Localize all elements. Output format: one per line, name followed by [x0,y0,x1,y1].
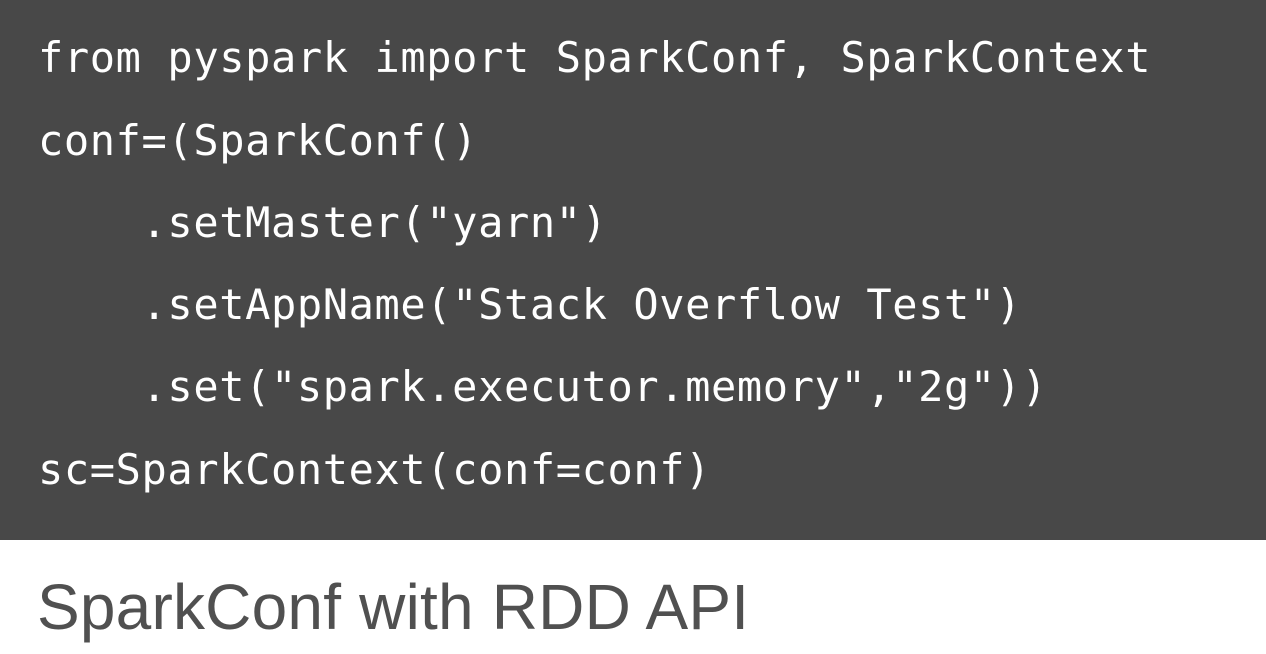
code-line-set-app-name: .setAppName("Stack Overflow Test") [38,280,1022,329]
slide-caption: SparkConf with RDD API [37,571,750,643]
code-line-set-memory: .set("spark.executor.memory","2g")) [38,362,1048,411]
slide: from pyspark import SparkConf, SparkCont… [0,0,1266,654]
code-line-spark-context: sc=SparkContext(conf=conf) [38,445,712,494]
code-line-import: from pyspark import SparkConf, SparkCont… [38,33,1152,82]
code-line-conf: conf=(SparkConf() [38,116,479,165]
code-line-set-master: .setMaster("yarn") [38,198,608,247]
code-panel: from pyspark import SparkConf, SparkCont… [0,0,1266,540]
